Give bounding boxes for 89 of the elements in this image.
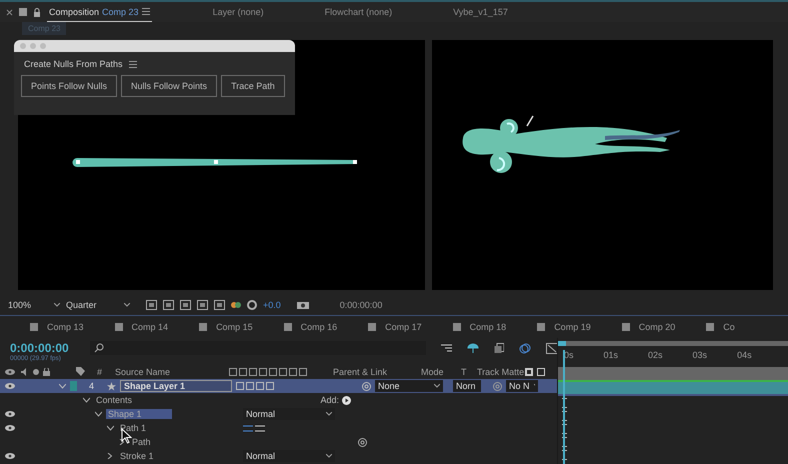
eye-icon[interactable] xyxy=(5,411,15,417)
column-header: # xyxy=(97,366,104,376)
time-tick: 04s xyxy=(737,350,752,360)
flowchart-icon[interactable] xyxy=(440,343,452,353)
direction-icon[interactable] xyxy=(255,424,265,432)
panel-tab[interactable]: Vybe_v1_157 xyxy=(453,2,508,22)
parent-dropdown[interactable]: None xyxy=(375,380,443,392)
caret-icon xyxy=(326,412,332,416)
blend-mode-dropdown[interactable]: Normal xyxy=(243,408,335,420)
property-name[interactable]: Stroke 1 xyxy=(118,451,156,461)
property-name[interactable]: Contents xyxy=(94,395,134,405)
caret-icon xyxy=(54,302,60,306)
comp-tab[interactable]: Comp 19 xyxy=(537,322,591,332)
property-name[interactable]: Path xyxy=(130,437,153,447)
close-icon[interactable] xyxy=(6,8,13,16)
resolution-dropdown[interactable]: Quarter xyxy=(66,300,130,310)
speaker-icon xyxy=(21,368,29,376)
camera-icon[interactable] xyxy=(296,300,309,309)
chevron-icon[interactable] xyxy=(119,439,126,445)
tag-icon xyxy=(76,367,85,376)
comp-tab[interactable]: Comp 20 xyxy=(622,322,676,332)
panel-tab[interactable]: Layer (none) xyxy=(212,2,264,22)
comp-tab[interactable]: Comp 18 xyxy=(452,322,506,332)
play-icon[interactable] xyxy=(342,396,351,404)
square-icon xyxy=(114,323,123,331)
direction-icon[interactable] xyxy=(243,424,253,432)
caret-icon xyxy=(326,454,332,458)
star-icon xyxy=(107,382,116,390)
square-icon xyxy=(19,8,27,16)
viewer-timecode[interactable]: 0:00:00:00 xyxy=(340,300,382,310)
square-icon xyxy=(537,323,546,331)
lock-icon[interactable] xyxy=(33,8,41,16)
square-icon xyxy=(452,323,461,331)
lock-icon xyxy=(43,368,50,376)
time-tick: 01s xyxy=(604,350,618,360)
eye-icon[interactable] xyxy=(5,453,15,459)
zoom-dropdown[interactable]: 100% xyxy=(8,300,60,310)
column-header: Source Name xyxy=(115,366,172,376)
tab-label: Composition xyxy=(49,6,100,16)
square-icon xyxy=(622,323,630,331)
comp-tab[interactable]: Comp 15 xyxy=(199,322,253,332)
search-field[interactable] xyxy=(90,341,426,355)
timeline-timecode[interactable]: 0:00:00:00 xyxy=(10,341,72,355)
search-icon xyxy=(94,343,104,353)
time-tick: 02s xyxy=(648,350,663,360)
panel-tab[interactable]: Flowchart (none) xyxy=(324,2,392,22)
column-header: T xyxy=(461,366,468,376)
property-name[interactable]: Path 1 xyxy=(118,423,148,433)
column-header: Mode xyxy=(421,366,445,376)
time-tick: 03s xyxy=(692,350,708,360)
chevron-icon[interactable] xyxy=(83,397,90,403)
comp-tab[interactable]: Comp 16 xyxy=(284,322,338,332)
square-icon xyxy=(706,323,714,331)
panel-title: Create Nulls From Paths xyxy=(24,59,123,69)
label-swatch[interactable] xyxy=(70,381,77,391)
menu-icon[interactable] xyxy=(142,8,150,15)
layer-number: 4 xyxy=(89,381,96,391)
exposure-value[interactable]: +0.0 xyxy=(263,300,281,310)
composition-tab[interactable]: Composition Comp 23 xyxy=(47,2,152,22)
script-button[interactable]: Trace Path xyxy=(221,75,285,97)
comp-tab[interactable]: Comp 14 xyxy=(114,322,168,332)
square-icon xyxy=(284,323,292,331)
track-matte-dropdown[interactable]: No N xyxy=(506,380,538,392)
solo-icon xyxy=(33,368,39,374)
add-label: Add: xyxy=(319,395,339,405)
column-header: Parent & Link xyxy=(333,366,388,376)
color-icon[interactable] xyxy=(231,300,241,310)
menu-icon[interactable] xyxy=(128,60,137,68)
chevron-icon[interactable] xyxy=(107,453,114,459)
comp-name: Comp 23 xyxy=(102,6,139,16)
layer-row[interactable]: 4 Shape Layer 1 None Norn No N xyxy=(0,379,557,393)
script-button[interactable]: Points Follow Nulls xyxy=(21,75,118,97)
chevron-icon[interactable] xyxy=(95,411,102,417)
square-icon xyxy=(199,323,208,331)
mode-dropdown[interactable]: Norn xyxy=(453,380,481,392)
square-icon xyxy=(30,323,38,331)
caret-icon xyxy=(124,302,130,306)
blend-mode-dropdown[interactable]: Normal xyxy=(243,450,335,462)
graph-editor-icon[interactable] xyxy=(546,343,557,354)
script-button[interactable]: Nulls Follow Points xyxy=(121,75,218,97)
chevron-icon[interactable] xyxy=(107,425,114,431)
layer-name-field[interactable]: Shape Layer 1 xyxy=(120,380,232,392)
caret-icon xyxy=(434,384,440,388)
eye-icon[interactable] xyxy=(5,425,15,431)
comp-tab[interactable]: Co xyxy=(706,322,735,332)
comp-tab[interactable]: Comp 17 xyxy=(368,322,422,332)
square-icon xyxy=(368,323,376,331)
aperture-icon[interactable] xyxy=(247,300,257,310)
comp-tab[interactable]: Comp 13 xyxy=(30,322,84,332)
